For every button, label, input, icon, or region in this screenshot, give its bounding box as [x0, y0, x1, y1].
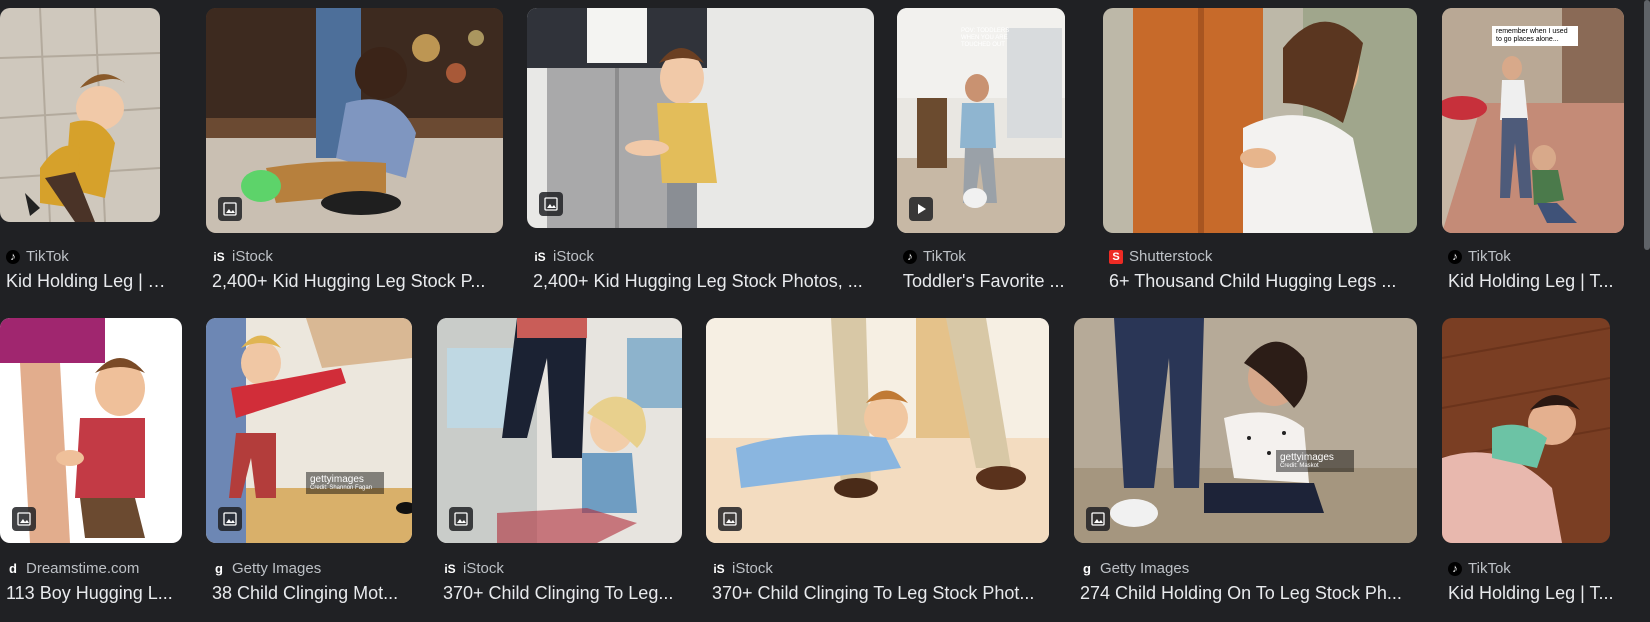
tiktok-icon: ♪	[903, 249, 917, 264]
source-label: TikTok	[923, 248, 966, 265]
source-label: TikTok	[26, 248, 69, 265]
result-thumbnail[interactable]	[0, 318, 182, 543]
image-icon	[539, 192, 563, 216]
result-title[interactable]: 2,400+ Kid Hugging Leg Stock Photos, ...	[533, 271, 873, 292]
watermark-credit: Credit: Maskot	[1280, 463, 1319, 469]
result-thumbnail[interactable]	[527, 8, 874, 228]
result-source[interactable]: d Dreamstime.com	[6, 560, 139, 577]
result-thumbnail[interactable]	[206, 8, 503, 233]
istock-icon: iS	[213, 249, 225, 264]
result-card[interactable]: d Dreamstime.com 113 Boy Hugging L...	[0, 318, 185, 603]
result-title[interactable]: 2,400+ Kid Hugging Leg Stock P...	[212, 271, 502, 292]
istock-icon: iS	[444, 561, 456, 576]
result-card[interactable]: POV: TODDLERS WHEN YOU ARE TOUCHED OUT ♪…	[897, 8, 1082, 291]
source-label: TikTok	[1468, 560, 1511, 577]
result-title[interactable]: Kid Holding Leg | T...	[1448, 271, 1618, 292]
result-card[interactable]: iS iStock 2,400+ Kid Hugging Leg Stock P…	[206, 8, 506, 291]
result-title[interactable]: 370+ Child Clinging To Leg...	[443, 583, 683, 604]
result-card[interactable]: iS iStock 2,400+ Kid Hugging Leg Stock P…	[527, 8, 877, 291]
result-source[interactable]: ♪ TikTok	[1448, 248, 1511, 265]
watermark-text: gettyimages	[310, 474, 364, 485]
result-title[interactable]: 38 Child Clinging Mot...	[212, 583, 412, 604]
result-title[interactable]: 274 Child Holding On To Leg Stock Ph...	[1080, 583, 1415, 604]
thumbnail-image	[437, 318, 682, 543]
result-source[interactable]: iS iStock	[712, 560, 773, 577]
result-thumbnail[interactable]: gettyimages Credit: Shannon Fagan	[206, 318, 412, 543]
result-thumbnail[interactable]: remember when I used to go places alone.…	[1442, 8, 1624, 233]
result-thumbnail[interactable]	[0, 8, 160, 222]
source-label: iStock	[232, 248, 273, 265]
getty-watermark: gettyimages Credit: Shannon Fagan	[306, 472, 384, 494]
result-title[interactable]: 370+ Child Clinging To Leg Stock Phot...	[712, 583, 1047, 604]
result-card[interactable]: remember when I used to go places alone.…	[1442, 8, 1624, 291]
shutterstock-icon: S	[1109, 249, 1123, 264]
image-icon	[718, 507, 742, 531]
thumbnail-image	[1074, 318, 1417, 543]
source-label: Dreamstime.com	[26, 560, 140, 577]
result-title[interactable]: 6+ Thousand Child Hugging Legs ...	[1109, 271, 1414, 292]
result-title[interactable]: Toddler's Favorite ...	[903, 271, 1068, 292]
istock-icon: iS	[534, 249, 546, 264]
result-thumbnail[interactable]	[1442, 318, 1610, 543]
istock-icon: iS	[713, 561, 725, 576]
tiktok-icon: ♪	[1448, 561, 1462, 576]
source-label: Getty Images	[1100, 560, 1190, 577]
getty-icon: g	[215, 561, 223, 576]
result-card[interactable]: iS iStock 370+ Child Clinging To Leg...	[437, 318, 687, 603]
result-source[interactable]: iS iStock	[533, 248, 594, 265]
result-card[interactable]: iS iStock 370+ Child Clinging To Leg Sto…	[706, 318, 1051, 603]
result-card[interactable]: ♪ TikTok Kid Holding Leg | T...	[0, 8, 175, 291]
watermark-text: gettyimages	[1280, 452, 1334, 463]
image-icon	[218, 507, 242, 531]
result-card[interactable]: S Shutterstock 6+ Thousand Child Hugging…	[1103, 8, 1423, 291]
result-thumbnail[interactable]	[706, 318, 1049, 543]
source-label: iStock	[463, 560, 504, 577]
result-source[interactable]: ♪ TikTok	[903, 248, 966, 265]
thumbnail-image	[706, 318, 1049, 543]
result-title[interactable]: 113 Boy Hugging L...	[6, 583, 181, 604]
result-thumbnail[interactable]	[1103, 8, 1417, 233]
result-source[interactable]: g Getty Images	[212, 560, 321, 577]
scrollbar[interactable]	[1644, 0, 1650, 250]
thumbnail-image	[527, 8, 874, 228]
result-thumbnail[interactable]	[437, 318, 682, 543]
result-source[interactable]: g Getty Images	[1080, 560, 1189, 577]
thumbnail-image	[206, 8, 503, 233]
result-card[interactable]: gettyimages Credit: Shannon Fagan g Gett…	[206, 318, 416, 603]
getty-watermark: gettyimages Credit: Maskot	[1276, 450, 1354, 472]
video-caption: POV: TODDLERS WHEN YOU ARE TOUCHED OUT	[961, 28, 1010, 48]
image-icon	[449, 507, 473, 531]
result-title[interactable]: Kid Holding Leg | T...	[1448, 583, 1618, 604]
result-source[interactable]: ♪ TikTok	[1448, 560, 1511, 577]
source-label: iStock	[553, 248, 594, 265]
play-icon	[909, 197, 933, 221]
image-icon	[1086, 507, 1110, 531]
result-source[interactable]: iS iStock	[212, 248, 273, 265]
thumbnail-image	[0, 8, 160, 222]
tiktok-icon: ♪	[1448, 249, 1462, 264]
source-label: iStock	[732, 560, 773, 577]
image-icon	[218, 197, 242, 221]
result-source[interactable]: S Shutterstock	[1109, 248, 1212, 265]
thumbnail-image	[1442, 318, 1610, 543]
video-caption: remember when I used to go places alone.…	[1492, 26, 1578, 46]
result-card[interactable]: gettyimages Credit: Maskot g Getty Image…	[1074, 318, 1419, 603]
result-source[interactable]: iS iStock	[443, 560, 504, 577]
result-thumbnail[interactable]: POV: TODDLERS WHEN YOU ARE TOUCHED OUT	[897, 8, 1065, 233]
source-label: Shutterstock	[1129, 248, 1213, 265]
watermark-credit: Credit: Shannon Fagan	[310, 485, 373, 491]
image-icon	[12, 507, 36, 531]
getty-icon: g	[1083, 561, 1091, 576]
result-source[interactable]: ♪ TikTok	[6, 248, 69, 265]
dreamstime-icon: d	[9, 561, 17, 576]
source-label: Getty Images	[232, 560, 322, 577]
result-thumbnail[interactable]: gettyimages Credit: Maskot	[1074, 318, 1417, 543]
result-title[interactable]: Kid Holding Leg | T...	[6, 271, 171, 292]
thumbnail-image	[1103, 8, 1417, 233]
result-card[interactable]: ♪ TikTok Kid Holding Leg | T...	[1442, 318, 1622, 603]
source-label: TikTok	[1468, 248, 1511, 265]
tiktok-icon: ♪	[6, 249, 20, 264]
